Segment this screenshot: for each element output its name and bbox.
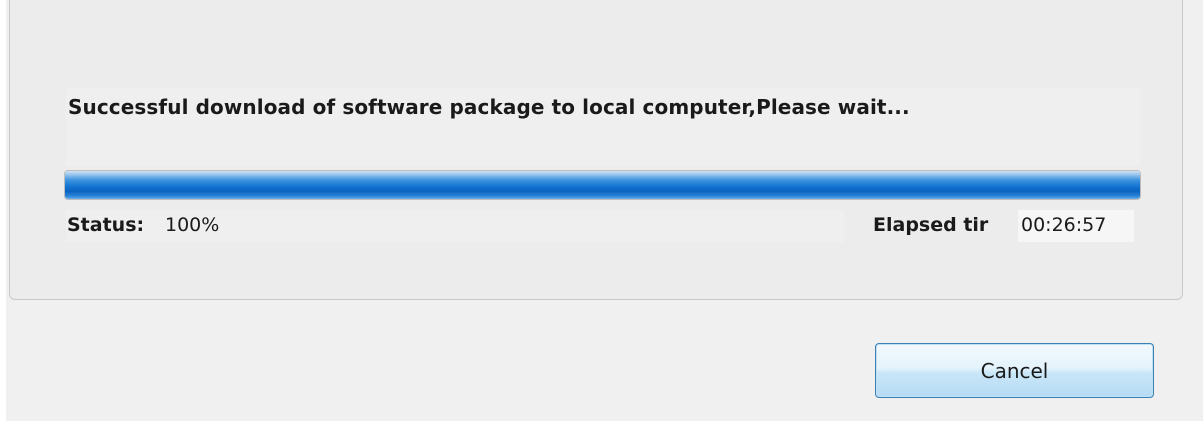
- status-label: Status:: [67, 214, 145, 236]
- status-value: 100%: [165, 214, 220, 236]
- cancel-button[interactable]: Cancel: [875, 343, 1154, 398]
- progress-bar-fill: [65, 171, 1140, 199]
- download-status-message: Successful download of software package …: [68, 95, 910, 119]
- elapsed-time-label: Elapsed tir: [873, 214, 989, 236]
- download-progress-bar: [64, 170, 1141, 200]
- elapsed-time-value: 00:26:57: [1021, 214, 1107, 236]
